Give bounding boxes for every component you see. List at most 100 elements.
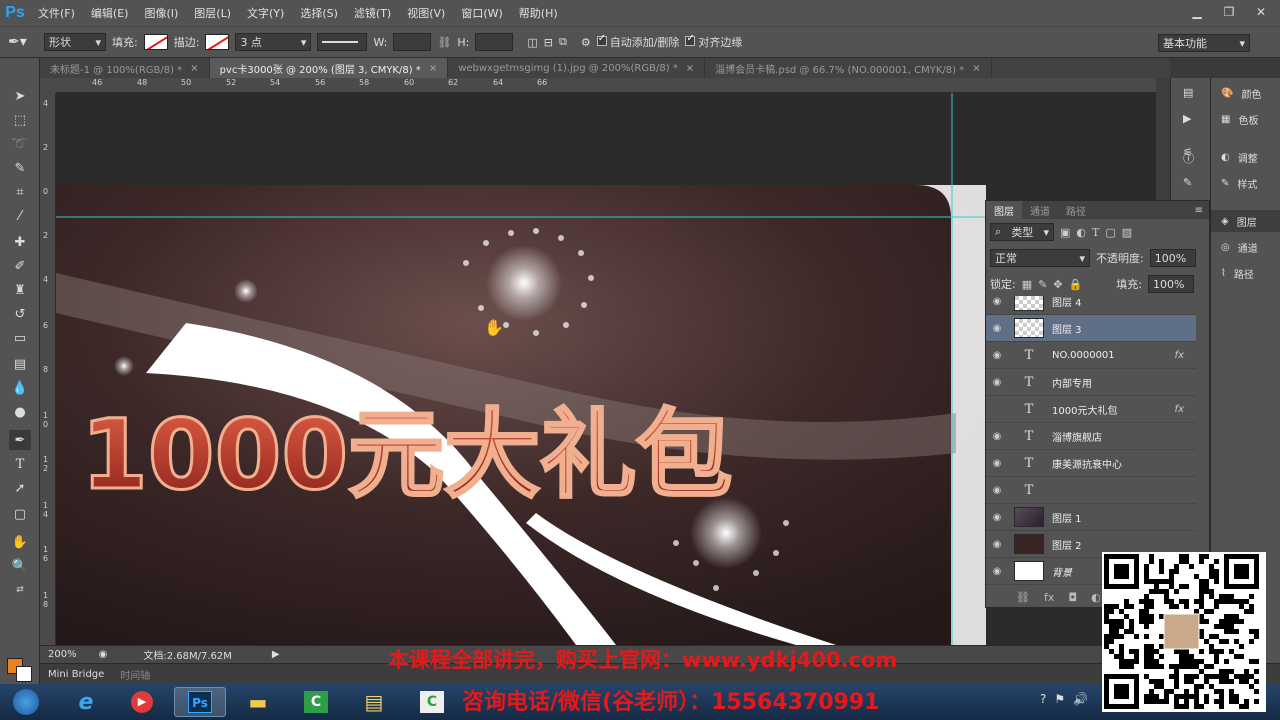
brush-tool-icon[interactable]: ✐ [9, 256, 31, 276]
path-ops-icon[interactable]: ◫ [527, 36, 537, 49]
layer-row[interactable]: ◉ 图层 4 [986, 296, 1196, 315]
tab-timeline[interactable]: 时间轴 [112, 664, 158, 684]
stamp-tool-icon[interactable]: ♜ [9, 280, 31, 300]
dock-paths[interactable]: ⌇ 路径 [1211, 262, 1280, 284]
notepad-icon[interactable]: ▤ [348, 687, 400, 717]
blur-tool-icon[interactable]: 💧 [9, 378, 31, 398]
shape-tool-icon[interactable]: ▢ [9, 504, 31, 524]
history-icon[interactable]: ▤ [1183, 86, 1193, 99]
menu-layer[interactable]: 图层(L) [186, 5, 239, 21]
align-edges-checkbox[interactable]: 对齐边缘 [685, 33, 742, 50]
panel-menu-icon[interactable]: ≡ [1195, 205, 1203, 216]
layer-row[interactable]: T 1000元大礼包 fx [986, 396, 1196, 423]
minimize-icon[interactable]: ▁ [1184, 2, 1210, 22]
ie-icon[interactable]: e [60, 687, 112, 717]
eye-icon[interactable]: ◉ [986, 377, 1008, 388]
status-info-icon[interactable]: ◉ [99, 649, 108, 660]
stroke-width-input[interactable]: 3 点 ▾ [235, 33, 312, 51]
move-tool-icon[interactable]: ➤ [9, 86, 31, 106]
eye-icon[interactable]: ◉ [986, 512, 1008, 523]
filter-shape-icon[interactable]: ▢ [1105, 226, 1115, 239]
tab-untitled[interactable]: 未标题-1 @ 100%(RGB/8) * × [40, 58, 210, 78]
filter-pixel-icon[interactable]: ▣ [1060, 226, 1070, 239]
filter-kind-select[interactable]: ⌕ 类型 ▾ [990, 223, 1054, 241]
link-icon[interactable]: ⛓ [437, 36, 451, 49]
fx-icon[interactable]: fx [1175, 404, 1184, 415]
opacity-input[interactable]: 100% [1149, 249, 1196, 267]
lock-position-icon[interactable]: ✥ [1053, 278, 1062, 291]
volume-icon[interactable]: 🔊 [1073, 692, 1088, 706]
width-input[interactable] [393, 33, 432, 51]
help-icon[interactable]: ? [1040, 692, 1046, 706]
brush-preset-icon[interactable]: ✎ [1183, 176, 1192, 189]
filter-adjust-icon[interactable]: ◐ [1076, 226, 1086, 239]
pen-tool-icon[interactable]: ✒▾ [8, 34, 38, 50]
eraser-tool-icon[interactable]: ▭ [9, 328, 31, 348]
eye-icon[interactable]: ◉ [986, 431, 1008, 442]
lasso-tool-icon[interactable]: ➰ [9, 134, 31, 154]
dock-swatches[interactable]: ▦ 色板 [1211, 108, 1280, 130]
path-select-tool-icon[interactable]: ➚ [9, 478, 31, 498]
zoom-tool-icon[interactable]: 🔍 [9, 556, 31, 576]
filter-smart-icon[interactable]: ▧ [1122, 226, 1132, 239]
flag-icon[interactable]: ⚑ [1054, 692, 1065, 706]
eye-icon[interactable]: ◉ [986, 539, 1008, 550]
menu-window[interactable]: 窗口(W) [453, 5, 510, 21]
stroke-swatch[interactable] [205, 34, 230, 50]
tab-pvc-card[interactable]: pvc卡3000张 @ 200% (图层 3, CMYK/8) * × [209, 58, 449, 78]
path-arrange-icon[interactable]: ⧉ [559, 35, 567, 49]
layer-row[interactable]: ◉ T 淄博旗舰店 [986, 423, 1196, 450]
mode-select[interactable]: 形状 ▾ [44, 33, 106, 51]
close-icon[interactable]: × [190, 63, 198, 74]
tab-webwx[interactable]: webwxgetmsgimg (1).jpg @ 200%(RGB/8) * × [448, 58, 706, 78]
gradient-tool-icon[interactable]: ▤ [9, 354, 31, 374]
layer-row[interactable]: ◉ T 康美源抗衰中心 [986, 450, 1196, 477]
eye-icon[interactable]: ◉ [986, 485, 1008, 496]
workspace-select[interactable]: 基本功能 ▾ [1158, 34, 1250, 52]
background-color[interactable] [16, 666, 32, 682]
fill-swatch[interactable] [143, 34, 168, 50]
lock-transparent-icon[interactable]: ▦ [1022, 278, 1032, 291]
eye-icon[interactable]: ◉ [986, 458, 1008, 469]
marquee-tool-icon[interactable]: ⬚ [9, 110, 31, 130]
restore-icon[interactable]: ❐ [1216, 2, 1242, 22]
menu-select[interactable]: 选择(S) [292, 5, 346, 21]
quick-select-tool-icon[interactable]: ✎ [9, 158, 31, 178]
swap-colors-icon[interactable]: ⇄ [9, 580, 31, 600]
close-icon[interactable]: × [429, 63, 437, 74]
pen-tool-icon[interactable]: ✒ [9, 430, 31, 450]
eyedropper-tool-icon[interactable]: ⁄ [9, 206, 31, 226]
eye-icon[interactable]: ◉ [986, 350, 1008, 361]
adjust-layer-icon[interactable]: ◐ [1091, 591, 1101, 604]
layer-row[interactable]: ◉ 图层 3 [986, 315, 1196, 342]
menu-file[interactable]: 文件(F) [30, 5, 83, 21]
menu-edit[interactable]: 编辑(E) [83, 5, 137, 21]
fx-icon[interactable]: fx [1175, 350, 1184, 361]
tab-channels[interactable]: 通道 [1022, 201, 1058, 219]
tab-paths[interactable]: 路径 [1058, 201, 1094, 219]
menu-type[interactable]: 文字(Y) [239, 5, 292, 21]
fx-icon[interactable]: fx [1044, 591, 1054, 604]
layer-row[interactable]: ◉ T NO.0000001 fx [986, 342, 1196, 369]
lock-pixels-icon[interactable]: ✎ [1038, 278, 1047, 291]
layer-row[interactable]: ◉ T 内部专用 [986, 369, 1196, 396]
crop-tool-icon[interactable]: ⌗ [9, 182, 31, 202]
dock-color[interactable]: 🎨 颜色 [1211, 82, 1280, 104]
zoom-level[interactable]: 200% [48, 649, 77, 660]
healing-tool-icon[interactable]: ✚ [9, 232, 31, 252]
mask-icon[interactable]: ◘ [1068, 591, 1077, 604]
play-icon[interactable]: ▶ [272, 649, 280, 660]
vertical-ruler[interactable]: 4 2 0 2 4 6 8 1 0 1 2 1 4 1 6 1 8 [40, 93, 56, 645]
close-icon[interactable]: ✕ [1248, 2, 1274, 22]
height-input[interactable] [475, 33, 514, 51]
tab-zibo-card[interactable]: 淄博会员卡稿.psd @ 66.7% (NO.000001, CMYK/8) *… [705, 58, 992, 78]
auto-add-checkbox[interactable]: 自动添加/删除 [596, 33, 679, 50]
menu-image[interactable]: 图像(I) [136, 5, 186, 21]
menu-view[interactable]: 视图(V) [399, 5, 453, 21]
dock-adjustments[interactable]: ◐ 调整 [1211, 146, 1280, 168]
blend-mode-select[interactable]: 正常 ▾ [990, 249, 1090, 267]
horizontal-ruler[interactable]: 46 48 50 52 54 56 58 60 62 64 66 [56, 78, 1170, 93]
type-tool-icon[interactable]: T [9, 454, 31, 474]
path-align-icon[interactable]: ⊟ [544, 36, 553, 49]
dock-layers[interactable]: ◈ 图层 [1211, 210, 1280, 232]
